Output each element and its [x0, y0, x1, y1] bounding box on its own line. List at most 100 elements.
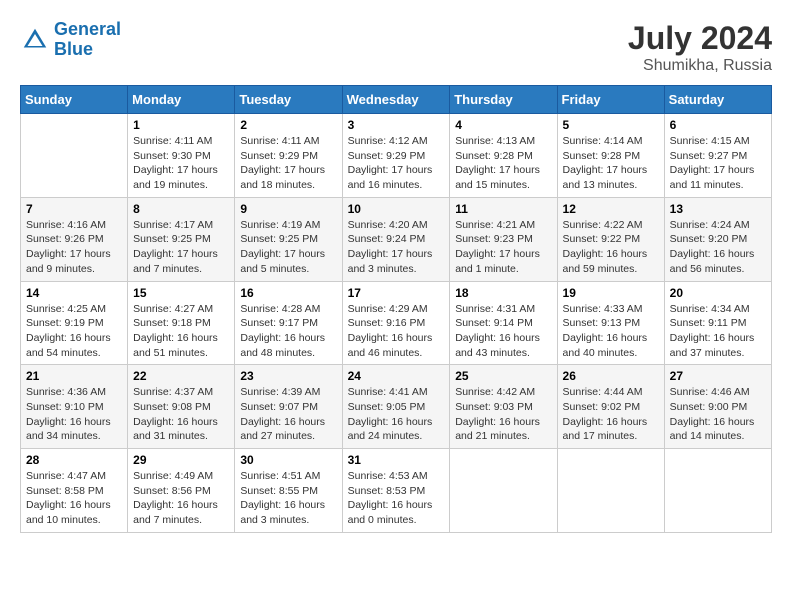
- day-info: Sunrise: 4:11 AMSunset: 9:30 PMDaylight:…: [133, 134, 229, 193]
- day-number: 23: [240, 369, 336, 383]
- day-number: 18: [455, 286, 551, 300]
- calendar-cell: 13 Sunrise: 4:24 AMSunset: 9:20 PMDayligh…: [664, 197, 771, 281]
- day-number: 16: [240, 286, 336, 300]
- day-info: Sunrise: 4:53 AMSunset: 8:53 PMDaylight:…: [348, 469, 445, 528]
- day-number: 29: [133, 453, 229, 467]
- day-number: 30: [240, 453, 336, 467]
- calendar-cell: 10 Sunrise: 4:20 AMSunset: 9:24 PMDayligh…: [342, 197, 450, 281]
- weekday-header: Wednesday: [342, 86, 450, 114]
- calendar-cell: 14 Sunrise: 4:25 AMSunset: 9:19 PMDayligh…: [21, 281, 128, 365]
- calendar-cell: 21 Sunrise: 4:36 AMSunset: 9:10 PMDayligh…: [21, 365, 128, 449]
- day-number: 7: [26, 202, 122, 216]
- calendar-cell: 24Sunrise: 4:41 AMSunset: 9:05 PMDayligh…: [342, 365, 450, 449]
- calendar-cell: 2 Sunrise: 4:11 AMSunset: 9:29 PMDaylight…: [235, 114, 342, 198]
- calendar-cell: 25 Sunrise: 4:42 AMSunset: 9:03 PMDayligh…: [450, 365, 557, 449]
- day-info: Sunrise: 4:34 AMSunset: 9:11 PMDaylight:…: [670, 302, 766, 361]
- day-info: Sunrise: 4:36 AMSunset: 9:10 PMDaylight:…: [26, 385, 122, 444]
- day-info: Sunrise: 4:12 AMSunset: 9:29 PMDaylight:…: [348, 134, 445, 193]
- calendar-week-row: 14 Sunrise: 4:25 AMSunset: 9:19 PMDayligh…: [21, 281, 772, 365]
- calendar-cell: 5 Sunrise: 4:14 AMSunset: 9:28 PMDaylight…: [557, 114, 664, 198]
- calendar-cell: 29 Sunrise: 4:49 AMSunset: 8:56 PMDayligh…: [128, 449, 235, 533]
- logo-icon: [20, 25, 50, 55]
- day-info: Sunrise: 4:13 AMSunset: 9:28 PMDaylight:…: [455, 134, 551, 193]
- calendar-cell: 31 Sunrise: 4:53 AMSunset: 8:53 PMDayligh…: [342, 449, 450, 533]
- day-number: 24: [348, 369, 445, 383]
- day-info: Sunrise: 4:11 AMSunset: 9:29 PMDaylight:…: [240, 134, 336, 193]
- calendar-cell: [557, 449, 664, 533]
- day-number: 10: [348, 202, 445, 216]
- day-info: Sunrise: 4:25 AMSunset: 9:19 PMDaylight:…: [26, 302, 122, 361]
- day-number: 15: [133, 286, 229, 300]
- day-info: Sunrise: 4:24 AMSunset: 9:20 PMDaylight:…: [670, 218, 766, 277]
- calendar-cell: 8 Sunrise: 4:17 AMSunset: 9:25 PMDaylight…: [128, 197, 235, 281]
- day-number: 14: [26, 286, 122, 300]
- calendar-cell: [21, 114, 128, 198]
- day-number: 4: [455, 118, 551, 132]
- calendar-cell: 15 Sunrise: 4:27 AMSunset: 9:18 PMDayligh…: [128, 281, 235, 365]
- day-info: Sunrise: 4:42 AMSunset: 9:03 PMDaylight:…: [455, 385, 551, 444]
- logo-line2: Blue: [54, 40, 121, 60]
- logo-text: General Blue: [54, 20, 121, 60]
- day-info: Sunrise: 4:20 AMSunset: 9:24 PMDaylight:…: [348, 218, 445, 277]
- day-number: 2: [240, 118, 336, 132]
- day-info: Sunrise: 4:28 AMSunset: 9:17 PMDaylight:…: [240, 302, 336, 361]
- calendar-cell: 23 Sunrise: 4:39 AMSunset: 9:07 PMDayligh…: [235, 365, 342, 449]
- calendar-week-row: 1 Sunrise: 4:11 AMSunset: 9:30 PMDaylight…: [21, 114, 772, 198]
- calendar-cell: 16 Sunrise: 4:28 AMSunset: 9:17 PMDayligh…: [235, 281, 342, 365]
- day-number: 3: [348, 118, 445, 132]
- day-info: Sunrise: 4:31 AMSunset: 9:14 PMDaylight:…: [455, 302, 551, 361]
- calendar-cell: 17Sunrise: 4:29 AMSunset: 9:16 PMDayligh…: [342, 281, 450, 365]
- day-info: Sunrise: 4:33 AMSunset: 9:13 PMDaylight:…: [563, 302, 659, 361]
- day-info: Sunrise: 4:14 AMSunset: 9:28 PMDaylight:…: [563, 134, 659, 193]
- calendar-cell: 1 Sunrise: 4:11 AMSunset: 9:30 PMDaylight…: [128, 114, 235, 198]
- calendar-cell: 20 Sunrise: 4:34 AMSunset: 9:11 PMDayligh…: [664, 281, 771, 365]
- calendar-cell: 12Sunrise: 4:22 AMSunset: 9:22 PMDayligh…: [557, 197, 664, 281]
- weekday-header: Tuesday: [235, 86, 342, 114]
- day-number: 20: [670, 286, 766, 300]
- day-info: Sunrise: 4:49 AMSunset: 8:56 PMDaylight:…: [133, 469, 229, 528]
- day-info: Sunrise: 4:39 AMSunset: 9:07 PMDaylight:…: [240, 385, 336, 444]
- day-number: 22: [133, 369, 229, 383]
- location: Shumikha, Russia: [628, 57, 772, 75]
- calendar-cell: 22 Sunrise: 4:37 AMSunset: 9:08 PMDayligh…: [128, 365, 235, 449]
- weekday-header-row: SundayMondayTuesdayWednesdayThursdayFrid…: [21, 86, 772, 114]
- weekday-header: Sunday: [21, 86, 128, 114]
- logo: General Blue: [20, 20, 121, 60]
- calendar-cell: [450, 449, 557, 533]
- day-number: 19: [563, 286, 659, 300]
- calendar-week-row: 7 Sunrise: 4:16 AMSunset: 9:26 PMDaylight…: [21, 197, 772, 281]
- day-info: Sunrise: 4:27 AMSunset: 9:18 PMDaylight:…: [133, 302, 229, 361]
- calendar-cell: 30 Sunrise: 4:51 AMSunset: 8:55 PMDayligh…: [235, 449, 342, 533]
- calendar-cell: 9Sunrise: 4:19 AMSunset: 9:25 PMDaylight…: [235, 197, 342, 281]
- calendar-cell: 3 Sunrise: 4:12 AMSunset: 9:29 PMDaylight…: [342, 114, 450, 198]
- calendar-week-row: 28Sunrise: 4:47 AMSunset: 8:58 PMDayligh…: [21, 449, 772, 533]
- weekday-header: Saturday: [664, 86, 771, 114]
- day-number: 31: [348, 453, 445, 467]
- day-number: 9: [240, 202, 336, 216]
- day-info: Sunrise: 4:51 AMSunset: 8:55 PMDaylight:…: [240, 469, 336, 528]
- day-info: Sunrise: 4:47 AMSunset: 8:58 PMDaylight:…: [26, 469, 122, 528]
- day-info: Sunrise: 4:22 AMSunset: 9:22 PMDaylight:…: [563, 218, 659, 277]
- day-number: 26: [563, 369, 659, 383]
- logo-line1: General: [54, 19, 121, 39]
- calendar-cell: 6Sunrise: 4:15 AMSunset: 9:27 PMDaylight…: [664, 114, 771, 198]
- calendar-cell: 26Sunrise: 4:44 AMSunset: 9:02 PMDayligh…: [557, 365, 664, 449]
- day-number: 11: [455, 202, 551, 216]
- day-info: Sunrise: 4:46 AMSunset: 9:00 PMDaylight:…: [670, 385, 766, 444]
- day-number: 8: [133, 202, 229, 216]
- calendar-cell: 7 Sunrise: 4:16 AMSunset: 9:26 PMDaylight…: [21, 197, 128, 281]
- day-info: Sunrise: 4:37 AMSunset: 9:08 PMDaylight:…: [133, 385, 229, 444]
- weekday-header: Monday: [128, 86, 235, 114]
- day-number: 13: [670, 202, 766, 216]
- day-number: 5: [563, 118, 659, 132]
- day-number: 25: [455, 369, 551, 383]
- calendar-cell: 18 Sunrise: 4:31 AMSunset: 9:14 PMDayligh…: [450, 281, 557, 365]
- calendar-table: SundayMondayTuesdayWednesdayThursdayFrid…: [20, 85, 772, 533]
- day-info: Sunrise: 4:17 AMSunset: 9:25 PMDaylight:…: [133, 218, 229, 277]
- day-info: Sunrise: 4:16 AMSunset: 9:26 PMDaylight:…: [26, 218, 122, 277]
- day-number: 1: [133, 118, 229, 132]
- calendar-cell: [664, 449, 771, 533]
- calendar-cell: 27Sunrise: 4:46 AMSunset: 9:00 PMDayligh…: [664, 365, 771, 449]
- day-number: 21: [26, 369, 122, 383]
- day-info: Sunrise: 4:21 AMSunset: 9:23 PMDaylight:…: [455, 218, 551, 277]
